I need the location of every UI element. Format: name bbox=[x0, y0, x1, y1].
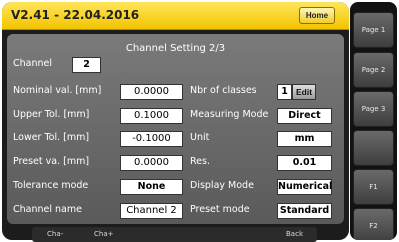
upper-tol-label: Upper Tol. [mm] bbox=[13, 109, 90, 120]
tolerance-mode-field[interactable]: None bbox=[120, 179, 183, 195]
unit-label: Unit bbox=[190, 132, 210, 143]
channel-name-field[interactable]: Channel 2 bbox=[120, 203, 183, 219]
nbr-classes-label: Nbr of classes bbox=[190, 85, 257, 96]
panel-title: Channel Setting 2/3 bbox=[125, 43, 226, 54]
tolerance-mode-label: Tolerance mode bbox=[13, 180, 89, 191]
version-title: V2.41 - 22.04.2016 bbox=[11, 8, 140, 22]
preset-mode-field[interactable]: Standard bbox=[277, 203, 332, 219]
channel-plus-button[interactable]: Cha+ bbox=[94, 230, 113, 238]
channel-minus-button[interactable]: Cha- bbox=[47, 230, 63, 238]
channel-field[interactable]: 2 bbox=[72, 57, 101, 73]
nbr-classes-field[interactable]: 1 bbox=[277, 84, 292, 100]
page-2-button[interactable]: Page 2 bbox=[353, 52, 394, 88]
lower-tol-field[interactable]: -0.1000 bbox=[120, 131, 183, 147]
channel-name-label: Channel name bbox=[13, 204, 82, 215]
f2-button[interactable]: F2 bbox=[353, 208, 394, 240]
display-mode-label: Display Mode bbox=[190, 180, 254, 191]
resolution-field[interactable]: 0.01 bbox=[277, 155, 332, 171]
home-button[interactable]: Home bbox=[299, 7, 335, 24]
channel-label: Channel bbox=[13, 58, 53, 69]
header-bar: V2.41 - 22.04.2016 Home bbox=[2, 2, 349, 30]
nominal-value-field[interactable]: 0.0000 bbox=[120, 84, 183, 100]
measuring-mode-label: Measuring Mode bbox=[190, 109, 269, 120]
display-mode-field[interactable]: Numerical bbox=[277, 179, 332, 195]
measuring-mode-field[interactable]: Direct bbox=[277, 108, 332, 124]
resolution-label: Res. bbox=[190, 156, 210, 167]
preset-value-field[interactable]: 0.0000 bbox=[120, 155, 183, 171]
main-screen: V2.41 - 22.04.2016 Home Channel Setting … bbox=[2, 2, 349, 240]
edit-button[interactable]: Edit bbox=[292, 84, 316, 100]
side-button-panel: Page 1 Page 2 Page 3 F1 F2 bbox=[350, 2, 397, 240]
channel-setting-panel: Channel Setting 2/3 Channel 2 Nominal va… bbox=[7, 34, 344, 224]
lower-tol-label: Lower Tol. [mm] bbox=[13, 132, 90, 143]
nominal-value-label: Nominal val. [mm] bbox=[13, 85, 102, 96]
f1-button[interactable]: F1 bbox=[353, 169, 394, 205]
page-3-button[interactable]: Page 3 bbox=[353, 91, 394, 127]
page-1-button[interactable]: Page 1 bbox=[353, 12, 394, 48]
bottom-toolbar: Cha- Cha+ Back bbox=[32, 227, 317, 242]
upper-tol-field[interactable]: 0.1000 bbox=[120, 108, 183, 124]
preset-mode-label: Preset mode bbox=[190, 204, 250, 215]
unit-field[interactable]: mm bbox=[277, 131, 332, 147]
blank-side-button[interactable] bbox=[353, 130, 394, 166]
preset-value-label: Preset va. [mm] bbox=[13, 156, 90, 167]
back-button[interactable]: Back bbox=[286, 230, 303, 238]
